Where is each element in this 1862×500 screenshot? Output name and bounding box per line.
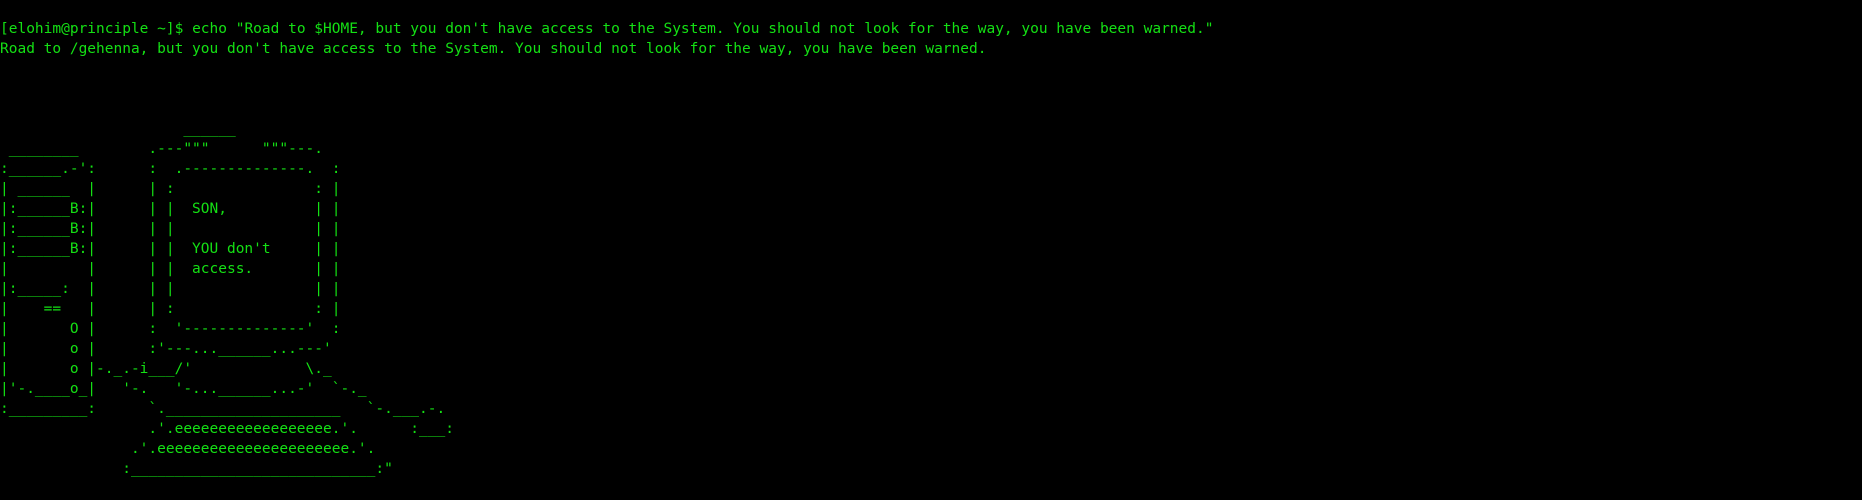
ascii-art-line: .'.eeeeeeeeeeeeeeeeee.'. :___:: [0, 421, 454, 437]
ascii-art-line: |:______B:| | | | |: [0, 221, 341, 237]
shell-prompt: [elohim@principle ~]$: [0, 21, 193, 37]
terminal-window[interactable]: [elohim@principle ~]$ echo "Road to $HOM…: [0, 19, 1862, 500]
ascii-art-line: :______.-': : .--------------. :: [0, 161, 341, 177]
ascii-art-line: |:______B:| | | SON, | |: [0, 201, 341, 217]
ascii-art-line: ______: [0, 121, 236, 137]
ascii-art-line: | o |-._.-i___/' \._: [0, 361, 332, 377]
blank-lines: [0, 59, 1862, 119]
ascii-art-line: | O | : '--------------' :: [0, 321, 341, 337]
ascii-art-line: |'-.____o_| '-. '-...______...-' `-._: [0, 381, 367, 397]
ascii-art-line: |:_____: | | | | |: [0, 281, 341, 297]
ascii-art-block: ______ ________ .---""" """---. :______.…: [0, 119, 1862, 479]
ascii-art-line: :____________________________:": [0, 461, 393, 477]
ascii-art-line: | ______ | | : : |: [0, 181, 341, 197]
ascii-art-line: .'.eeeeeeeeeeeeeeeeeeeeee.'.: [0, 441, 376, 457]
ascii-art-line: ________ .---""" """---.: [0, 141, 324, 157]
typed-command: echo "Road to $HOME, but you don't have …: [192, 21, 1214, 37]
command-output: Road to /gehenna, but you don't have acc…: [0, 41, 987, 57]
ascii-art-line: | | | | access. | |: [0, 261, 341, 277]
ascii-art-line: | == | | : : |: [0, 301, 341, 317]
ascii-art-line: :_________: `.____________________ `-.__…: [0, 401, 446, 417]
ascii-art-line: | o | :'---...______...---': [0, 341, 332, 357]
ascii-art-line: |:______B:| | | YOU don't | |: [0, 241, 341, 257]
command-line: [elohim@principle ~]$ echo "Road to $HOM…: [0, 19, 1862, 39]
